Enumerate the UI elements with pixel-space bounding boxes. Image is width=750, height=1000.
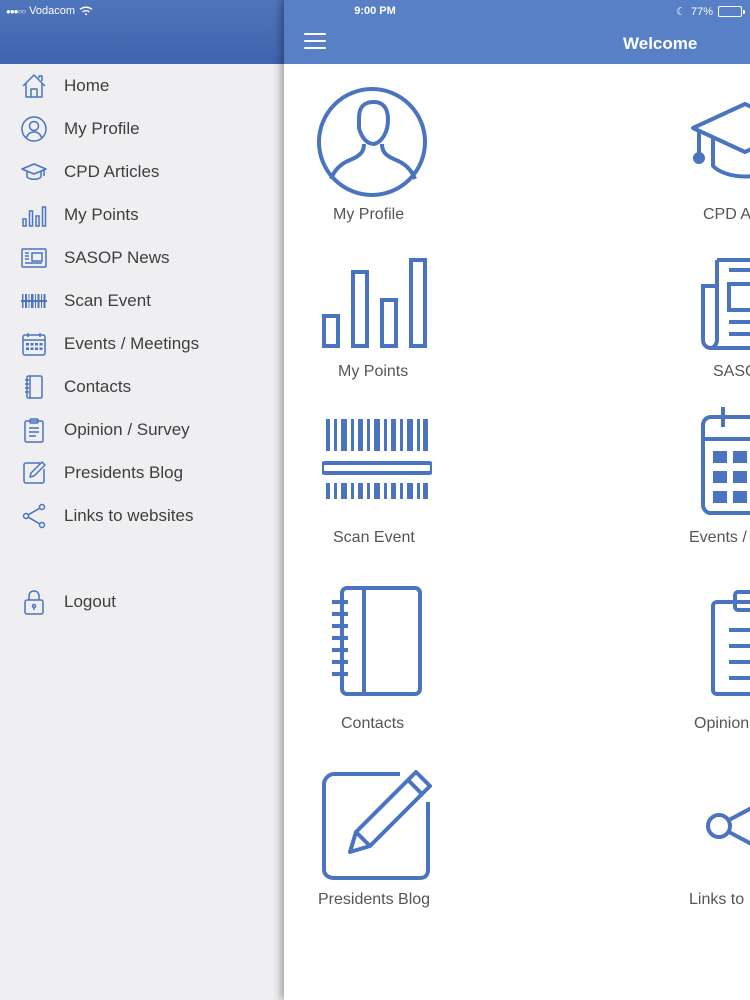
tile-presidents-blog[interactable]: Presidents Blog — [304, 768, 454, 913]
tile-label: Opinion — [694, 715, 750, 732]
menu-item-label: Home — [64, 76, 110, 95]
tile-my-points[interactable]: My Points — [304, 256, 444, 386]
menu-item-label: Logout — [64, 592, 116, 611]
graduation-cap-icon — [691, 102, 750, 179]
menu-item-events-meetings[interactable]: Events / Meetings — [0, 323, 284, 363]
profile-icon — [20, 115, 48, 143]
bar-chart-icon — [20, 201, 48, 229]
menu-item-sasop-news[interactable]: SASOP News — [0, 237, 284, 277]
menu-item-label: Scan Event — [64, 291, 151, 310]
menu-item-label: SASOP News — [64, 248, 170, 267]
barcode-icon — [20, 287, 48, 315]
side-menu: Home My Profile CPD Articles My Points S… — [0, 0, 284, 1000]
calendar-icon — [701, 407, 750, 515]
tile-label: Contacts — [341, 715, 405, 732]
menu-item-label: CPD Articles — [64, 162, 160, 181]
calendar-icon — [20, 330, 48, 358]
graduation-cap-icon — [20, 158, 48, 186]
tile-sasop-news[interactable]: SASO — [689, 256, 750, 386]
tile-contacts[interactable]: Contacts — [304, 584, 444, 734]
menu-item-presidents-blog[interactable]: Presidents Blog — [0, 452, 284, 492]
menu-item-cpd-articles[interactable]: CPD Articles — [0, 151, 284, 191]
tile-label: Links to — [689, 891, 745, 908]
nav-title: Welcome — [623, 34, 698, 53]
barcode-icon — [322, 419, 432, 499]
tile-label: My Profile — [333, 206, 405, 223]
clock: 9:00 PM — [354, 5, 396, 17]
tile-scan-event[interactable]: Scan Event — [304, 405, 444, 550]
tile-label: My Points — [338, 363, 409, 380]
tile-cpd-articles[interactable]: CPD A — [689, 86, 750, 231]
menu-item-opinion-survey[interactable]: Opinion / Survey — [0, 409, 284, 449]
status-right: ☾ 77% — [676, 5, 745, 18]
newspaper-icon — [701, 258, 750, 350]
tile-label: SASO — [713, 363, 750, 380]
menu-item-label: My Profile — [64, 119, 140, 138]
lock-icon — [20, 588, 48, 616]
battery-percent: 77% — [690, 5, 713, 18]
tile-label: Presidents Blog — [318, 891, 431, 908]
edit-icon — [20, 459, 48, 487]
tile-label: Scan Event — [333, 529, 415, 546]
notebook-icon — [20, 373, 48, 401]
bar-chart-icon — [322, 258, 427, 348]
status-bar: ●●●○○ Vodacom 9:00 PM ☾ 77% — [0, 0, 750, 22]
profile-icon — [317, 87, 427, 197]
battery-icon — [718, 6, 745, 17]
tile-links-to-websites[interactable]: Links to — [689, 768, 750, 913]
menu-item-label: Presidents Blog — [64, 463, 184, 482]
clipboard-icon — [711, 590, 750, 696]
menu-item-label: Opinion / Survey — [64, 420, 190, 439]
share-icon — [20, 502, 48, 530]
menu-item-scan-event[interactable]: Scan Event — [0, 280, 284, 320]
edit-icon — [322, 770, 432, 880]
tile-my-profile[interactable]: My Profile — [304, 86, 444, 231]
menu-item-logout[interactable]: Logout — [0, 581, 284, 621]
moon-icon: ☾ — [676, 6, 686, 18]
hamburger-icon[interactable] — [304, 33, 326, 50]
clipboard-icon — [20, 416, 48, 444]
tile-events-meetings[interactable]: Events / — [689, 405, 750, 550]
tile-label: CPD A — [703, 206, 750, 223]
menu-item-my-points[interactable]: My Points — [0, 194, 284, 234]
notebook-icon — [332, 586, 422, 696]
share-icon — [706, 806, 750, 846]
newspaper-icon — [20, 244, 48, 272]
menu-item-label: Contacts — [64, 377, 132, 396]
main-panel: Welcome My Profile CPD A My Points SASO — [284, 0, 750, 1000]
menu-item-links-to-websites[interactable]: Links to websites — [0, 495, 284, 535]
menu-item-contacts[interactable]: Contacts — [0, 366, 284, 406]
tile-label: Events / — [689, 529, 747, 546]
menu-item-my-profile[interactable]: My Profile — [0, 108, 284, 148]
tile-opinion-survey[interactable]: Opinion — [689, 584, 750, 734]
home-icon — [20, 72, 48, 100]
menu-item-label: Events / Meetings — [64, 334, 200, 353]
menu-item-label: My Points — [64, 205, 139, 224]
menu-item-label: Links to websites — [64, 506, 194, 525]
menu-item-home[interactable]: Home — [0, 65, 284, 105]
